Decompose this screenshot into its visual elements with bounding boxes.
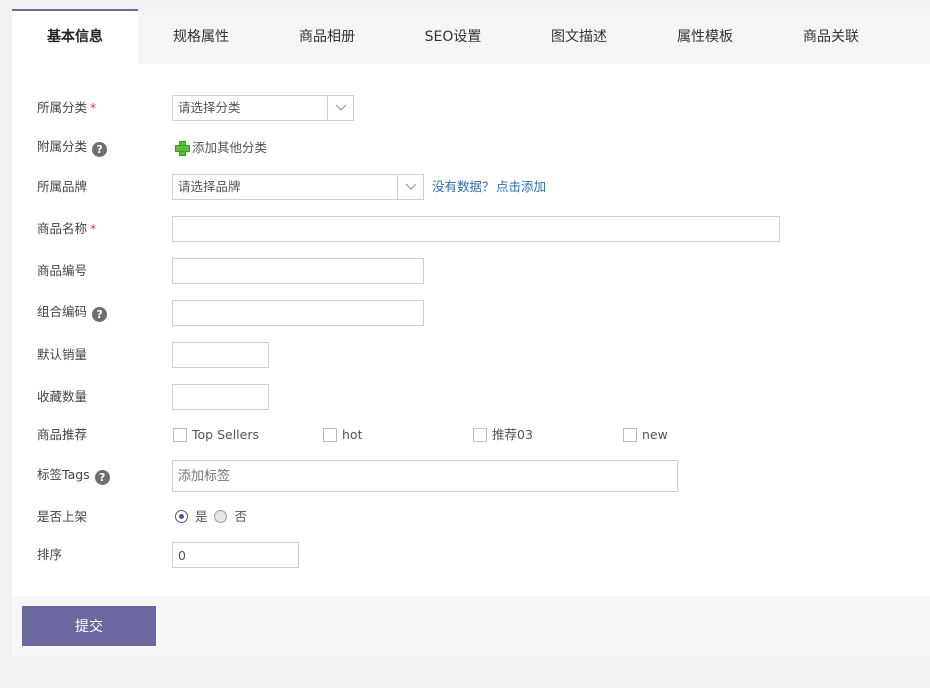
- category-label: 所属分类 *: [37, 100, 97, 115]
- sort-input[interactable]: [172, 542, 299, 568]
- combo-code-label: 组合编码?: [37, 302, 108, 322]
- checkbox[interactable]: [323, 428, 337, 442]
- sub-category-label: 附属分类?: [37, 137, 108, 157]
- product-code-label: 商品编号: [37, 263, 88, 278]
- tab-seo-settings[interactable]: SEO设置: [390, 9, 516, 64]
- combo-code-input[interactable]: [172, 300, 424, 326]
- checkbox[interactable]: [623, 428, 637, 442]
- recommend-option-03[interactable]: 推荐03: [473, 426, 533, 444]
- tab-spec-attributes[interactable]: 规格属性: [138, 9, 264, 64]
- form-footer: 提交: [12, 596, 930, 656]
- tab-product-album[interactable]: 商品相册: [264, 9, 390, 64]
- favorites-label: 收藏数量: [37, 389, 88, 404]
- help-icon[interactable]: ?: [92, 307, 108, 322]
- required-mark: *: [90, 100, 97, 115]
- recommend-option-hot[interactable]: hot: [323, 426, 362, 444]
- on-shelf-no-radio[interactable]: [214, 510, 228, 523]
- chevron-down-icon: [327, 96, 353, 120]
- recommend-option-new[interactable]: new: [623, 426, 668, 444]
- add-brand-link[interactable]: 点击添加: [496, 177, 546, 197]
- tab-attribute-template[interactable]: 属性模板: [642, 9, 768, 64]
- tab-related-products[interactable]: 商品关联: [768, 9, 894, 64]
- product-name-label: 商品名称 *: [37, 221, 97, 236]
- sort-label: 排序: [37, 547, 63, 562]
- submit-button[interactable]: 提交: [22, 606, 156, 646]
- help-icon[interactable]: ?: [92, 142, 108, 157]
- on-shelf-yes-radio[interactable]: [175, 510, 188, 523]
- product-code-input[interactable]: [172, 258, 424, 284]
- tags-input[interactable]: [172, 460, 678, 492]
- plus-icon: [175, 141, 190, 156]
- tags-label: 标签Tags?: [37, 465, 110, 485]
- on-shelf-radio-group: 是 否: [175, 507, 247, 527]
- tab-basic-info[interactable]: 基本信息: [12, 9, 138, 64]
- tab-bar: 基本信息 规格属性 商品相册 SEO设置 图文描述 属性模板 商品关联: [12, 9, 930, 64]
- product-form-panel: 基本信息 规格属性 商品相册 SEO设置 图文描述 属性模板 商品关联 所属分类…: [12, 9, 930, 656]
- brand-select[interactable]: 请选择品牌: [172, 174, 424, 200]
- checkbox[interactable]: [473, 428, 487, 442]
- favorites-input[interactable]: [172, 384, 269, 410]
- checkbox[interactable]: [173, 428, 187, 442]
- chevron-down-icon: [397, 175, 423, 199]
- help-icon[interactable]: ?: [94, 470, 110, 485]
- add-other-category-button[interactable]: 添加其他分类: [175, 138, 267, 158]
- default-sales-input[interactable]: [172, 342, 269, 368]
- product-name-input[interactable]: [172, 216, 780, 242]
- category-select[interactable]: 请选择分类: [172, 95, 354, 121]
- no-data-link[interactable]: 没有数据？: [432, 177, 495, 197]
- recommend-label: 商品推荐: [37, 427, 88, 442]
- default-sales-label: 默认销量: [37, 347, 88, 362]
- required-mark: *: [90, 221, 97, 236]
- brand-label: 所属品牌: [37, 179, 88, 194]
- recommend-option-top-sellers[interactable]: Top Sellers: [173, 426, 259, 444]
- tab-rich-description[interactable]: 图文描述: [516, 9, 642, 64]
- on-shelf-label: 是否上架: [37, 509, 88, 524]
